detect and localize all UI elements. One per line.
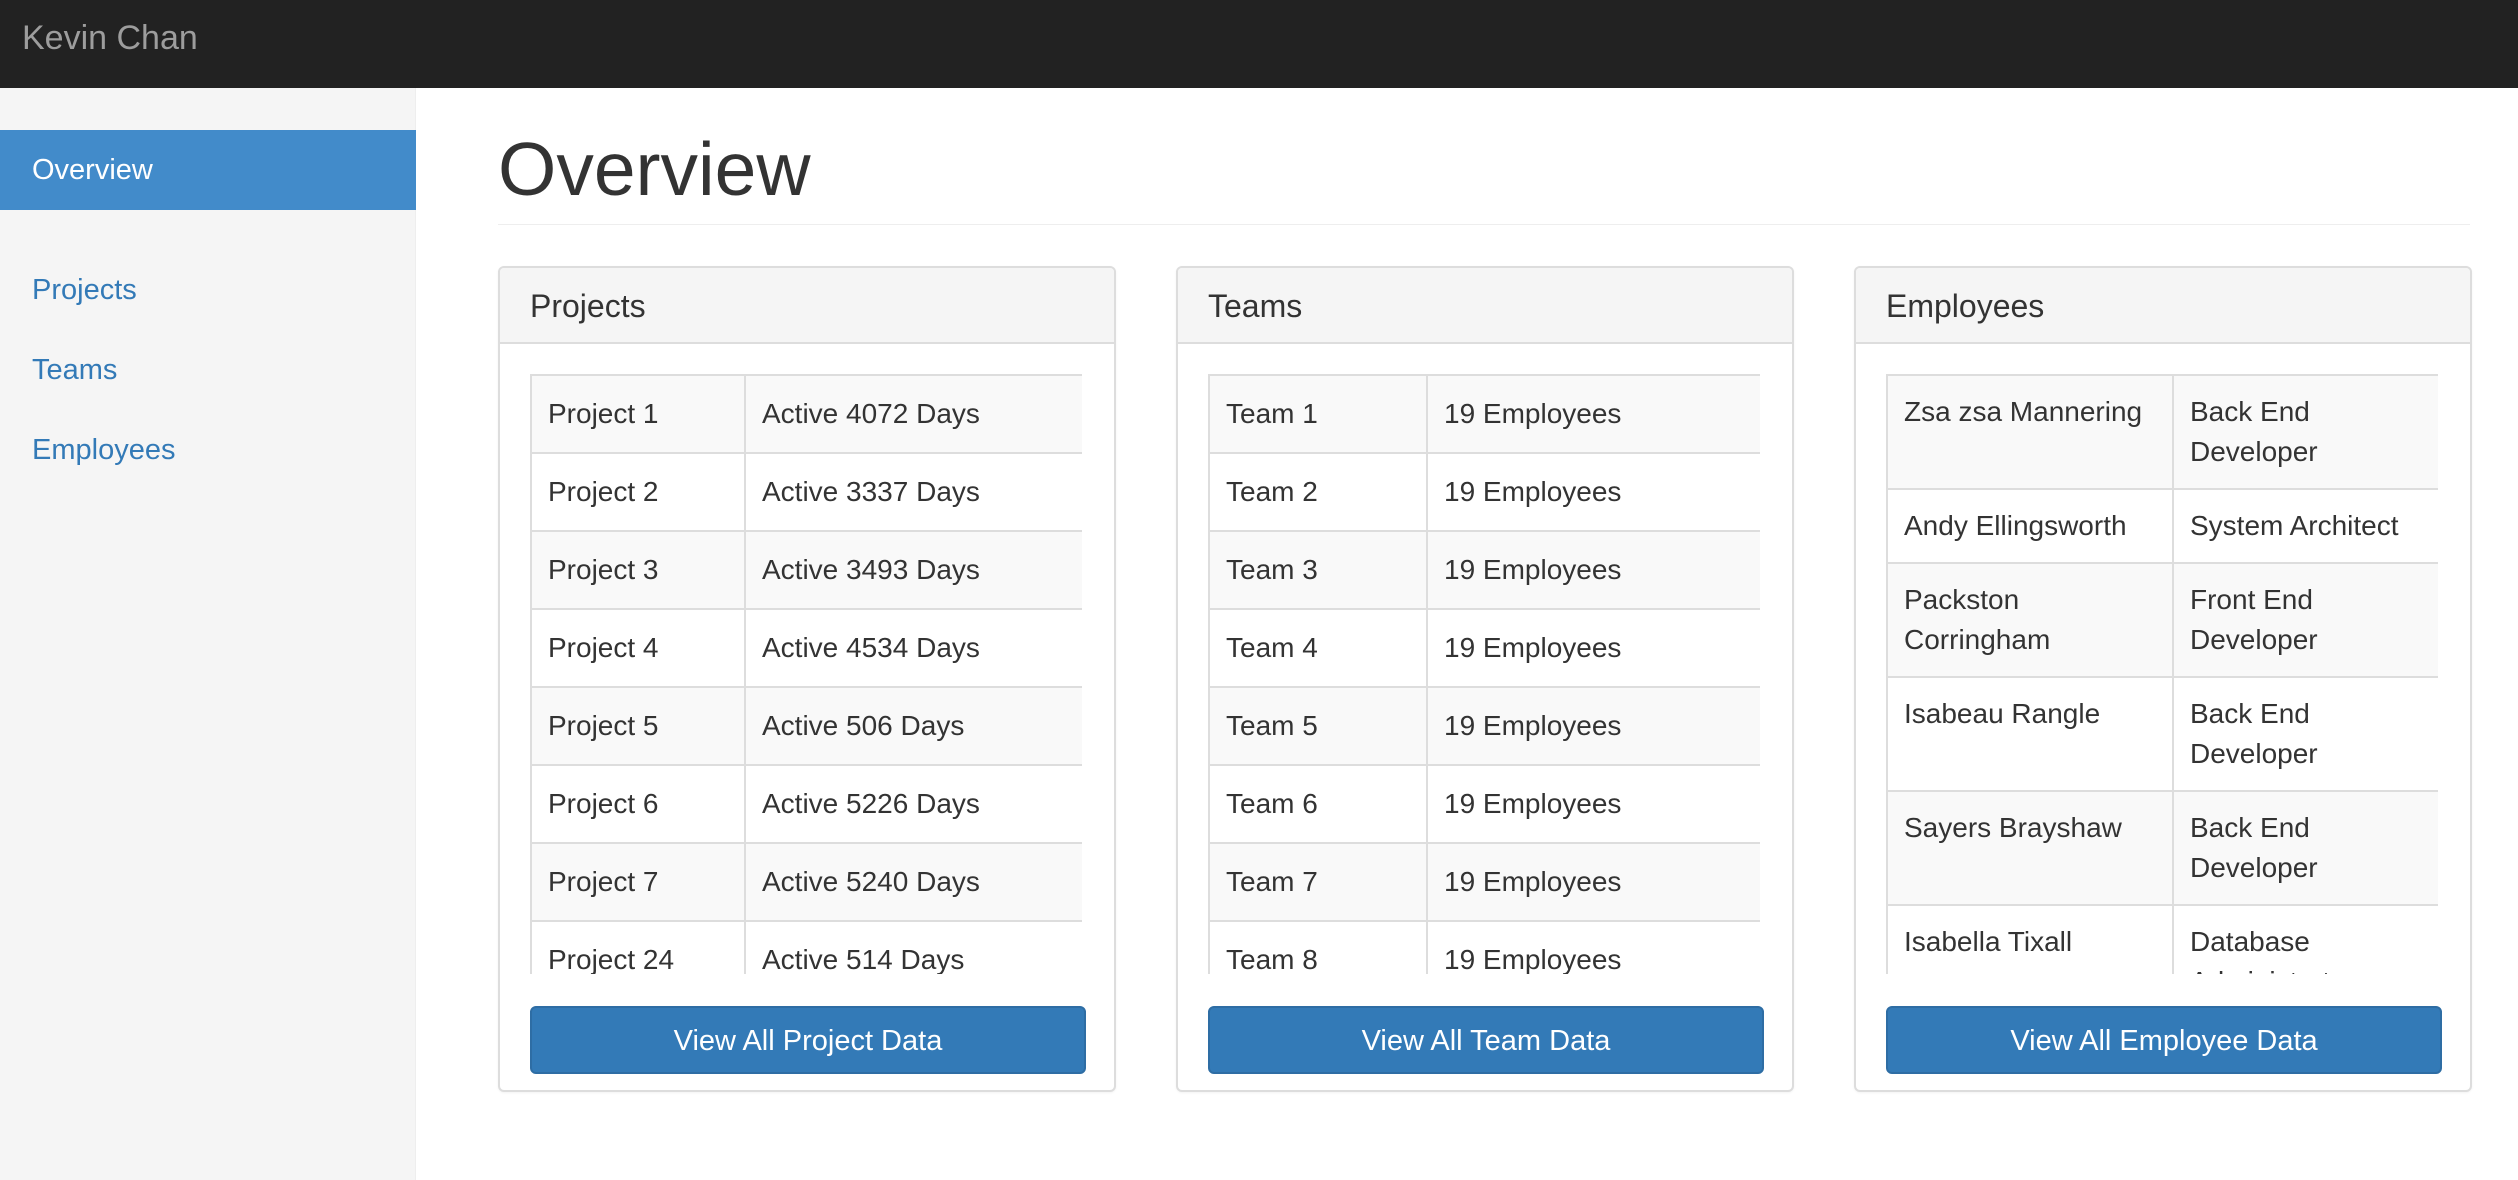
- table-row: Team 1 19 Employees: [1208, 374, 1760, 454]
- project-name-cell: Project 4: [530, 608, 746, 688]
- page-title: Overview: [498, 127, 811, 211]
- project-active-days-cell: Active 506 Days: [744, 686, 1082, 766]
- employee-name-cell: Zsa zsa Mannering: [1886, 374, 2174, 490]
- project-active-days-cell: Active 4072 Days: [744, 374, 1082, 454]
- table-row: Project 3 Active 3493 Days: [530, 530, 1082, 610]
- employee-role-cell: Back End Developer: [2172, 790, 2438, 906]
- project-active-days-cell: Active 5226 Days: [744, 764, 1082, 844]
- team-name-cell: Team 6: [1208, 764, 1428, 844]
- table-row: Team 7 19 Employees: [1208, 842, 1760, 922]
- team-employee-count-cell: 19 Employees: [1426, 374, 1760, 454]
- team-employee-count-cell: 19 Employees: [1426, 842, 1760, 922]
- team-name-cell: Team 2: [1208, 452, 1428, 532]
- table-row: Project 1 Active 4072 Days: [530, 374, 1082, 454]
- team-employee-count-cell: 19 Employees: [1426, 920, 1760, 974]
- employee-role-cell: System Architect: [2172, 488, 2438, 564]
- employee-name-cell: Isabella Tixall: [1886, 904, 2174, 974]
- employees-panel: Employees Zsa zsa Mannering Back End Deve…: [1854, 266, 2472, 1092]
- team-name-cell: Team 7: [1208, 842, 1428, 922]
- team-employee-count-cell: 19 Employees: [1426, 686, 1760, 766]
- employee-role-cell: Back End Developer: [2172, 676, 2438, 792]
- table-row: Sayers Brayshaw Back End Developer: [1886, 790, 2438, 906]
- team-name-cell: Team 8: [1208, 920, 1428, 974]
- projects-panel-title: Projects: [530, 288, 646, 324]
- brand-name[interactable]: Kevin Chan: [22, 18, 198, 58]
- table-row: Project 2 Active 3337 Days: [530, 452, 1082, 532]
- projects-panel: Projects Project 1 Active 4072 Days Projec…: [498, 266, 1116, 1092]
- employee-name-cell: Packston Corringham: [1886, 562, 2174, 678]
- table-row: Project 4 Active 4534 Days: [530, 608, 1082, 688]
- view-all-teams-button[interactable]: View All Team Data: [1208, 1006, 1764, 1074]
- view-all-projects-button[interactable]: View All Project Data: [530, 1006, 1086, 1074]
- employees-table-scroll[interactable]: Zsa zsa Mannering Back End Developer Andy …: [1886, 374, 2438, 974]
- team-employee-count-cell: 19 Employees: [1426, 452, 1760, 532]
- employees-panel-title: Employees: [1886, 288, 2045, 324]
- project-active-days-cell: Active 514 Days: [744, 920, 1082, 974]
- top-navbar: Kevin Chan: [0, 0, 2518, 88]
- employee-role-cell: Front End Developer: [2172, 562, 2438, 678]
- project-name-cell: Project 1: [530, 374, 746, 454]
- employee-role-cell: Back End Developer: [2172, 374, 2438, 490]
- teams-table: Team 1 19 Employees Team 2 19 Employees Team…: [1208, 374, 1760, 974]
- sidebar-item-employees[interactable]: Employees: [0, 410, 416, 490]
- teams-table-scroll[interactable]: Team 1 19 Employees Team 2 19 Employees Team…: [1208, 374, 1760, 974]
- teams-panel-heading: Teams: [1178, 268, 1792, 344]
- team-name-cell: Team 3: [1208, 530, 1428, 610]
- sidebar-item-overview[interactable]: Overview: [0, 130, 416, 210]
- view-all-employees-button[interactable]: View All Employee Data: [1886, 1006, 2442, 1074]
- teams-panel: Teams Team 1 19 Employees Team 2 19 Employe…: [1176, 266, 1794, 1092]
- employees-panel-heading: Employees: [1856, 268, 2470, 344]
- table-row: Zsa zsa Mannering Back End Developer: [1886, 374, 2438, 490]
- projects-table: Project 1 Active 4072 Days Project 2 Active…: [530, 374, 1082, 974]
- table-row: Team 3 19 Employees: [1208, 530, 1760, 610]
- table-row: Packston Corringham Front End Developer: [1886, 562, 2438, 678]
- table-row: Team 4 19 Employees: [1208, 608, 1760, 688]
- project-name-cell: Project 5: [530, 686, 746, 766]
- employee-name-cell: Sayers Brayshaw: [1886, 790, 2174, 906]
- sidebar-item-teams[interactable]: Teams: [0, 330, 416, 410]
- table-row: Team 6 19 Employees: [1208, 764, 1760, 844]
- table-row: Team 5 19 Employees: [1208, 686, 1760, 766]
- team-name-cell: Team 5: [1208, 686, 1428, 766]
- table-row: Team 8 19 Employees: [1208, 920, 1760, 974]
- main-content: Overview Projects Project 1 Active 4072 D…: [416, 88, 2518, 1180]
- table-row: Team 2 19 Employees: [1208, 452, 1760, 532]
- team-employee-count-cell: 19 Employees: [1426, 530, 1760, 610]
- employee-name-cell: Andy Ellingsworth: [1886, 488, 2174, 564]
- project-name-cell: Project 24: [530, 920, 746, 974]
- sidebar: Overview Projects Teams Employees: [0, 88, 416, 1180]
- project-active-days-cell: Active 4534 Days: [744, 608, 1082, 688]
- projects-table-scroll[interactable]: Project 1 Active 4072 Days Project 2 Active…: [530, 374, 1082, 974]
- team-employee-count-cell: 19 Employees: [1426, 608, 1760, 688]
- project-name-cell: Project 6: [530, 764, 746, 844]
- title-divider: [498, 224, 2470, 225]
- project-name-cell: Project 2: [530, 452, 746, 532]
- project-active-days-cell: Active 5240 Days: [744, 842, 1082, 922]
- project-name-cell: Project 3: [530, 530, 746, 610]
- employee-role-cell: Database Administrator: [2172, 904, 2438, 974]
- team-name-cell: Team 4: [1208, 608, 1428, 688]
- team-employee-count-cell: 19 Employees: [1426, 764, 1760, 844]
- table-row: Project 6 Active 5226 Days: [530, 764, 1082, 844]
- table-row: Project 5 Active 506 Days: [530, 686, 1082, 766]
- table-row: Project 7 Active 5240 Days: [530, 842, 1082, 922]
- project-active-days-cell: Active 3337 Days: [744, 452, 1082, 532]
- table-row: Isabella TixallDatabase Administrator: [1886, 904, 2438, 974]
- project-active-days-cell: Active 3493 Days: [744, 530, 1082, 610]
- sidebar-item-projects[interactable]: Projects: [0, 250, 416, 330]
- employee-name-cell: Isabeau Rangle: [1886, 676, 2174, 792]
- team-name-cell: Team 1: [1208, 374, 1428, 454]
- project-name-cell: Project 7: [530, 842, 746, 922]
- teams-panel-title: Teams: [1208, 288, 1303, 324]
- table-row: Andy Ellingsworth System Architect: [1886, 488, 2438, 564]
- table-row: Isabeau Rangle Back End Developer: [1886, 676, 2438, 792]
- projects-panel-heading: Projects: [500, 268, 1114, 344]
- employees-table: Zsa zsa Mannering Back End Developer Andy …: [1886, 374, 2438, 974]
- table-row: Project 24 Active 514 Days: [530, 920, 1082, 974]
